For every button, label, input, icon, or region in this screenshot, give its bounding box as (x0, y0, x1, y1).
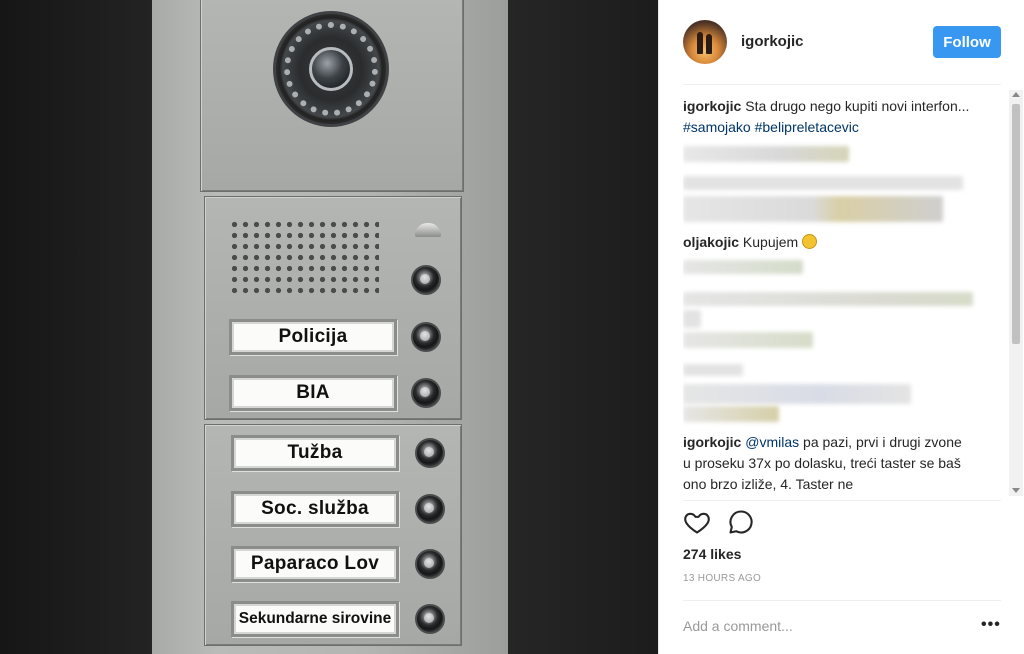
comment-text: Kupujem (739, 234, 799, 250)
divider (683, 84, 1001, 85)
post-timestamp[interactable]: 13 HOURS AGO (683, 573, 761, 584)
name-plate: Sekundarne sirovine (231, 601, 399, 637)
caption-username[interactable]: igorkojic (683, 98, 741, 114)
intercom-button (415, 604, 445, 634)
intercom-button (411, 378, 441, 408)
avatar[interactable] (683, 20, 727, 64)
mention-link[interactable]: @vmilas (745, 434, 799, 450)
username-link[interactable]: igorkojic (741, 33, 804, 50)
grinning-emoji-icon (802, 234, 818, 249)
post-photo[interactable]: Policija BIA Tužba Soc. služba Paparaco … (0, 0, 658, 654)
follow-button[interactable]: Follow (933, 26, 1001, 58)
comments-scrollbar[interactable] (1009, 90, 1023, 496)
comment-icon[interactable] (727, 508, 757, 538)
blurred-comment (683, 260, 803, 274)
dark-background (0, 0, 152, 654)
heart-icon[interactable] (683, 508, 713, 538)
blurred-comment (683, 196, 943, 222)
hashtag-link[interactable]: #samojako (683, 119, 751, 135)
intercom-button (415, 438, 445, 468)
comments-list[interactable]: igorkojic Sta drugo nego kupiti novi int… (683, 96, 1001, 496)
intercom-panel: Policija BIA Tužba Soc. služba Paparaco … (152, 0, 508, 654)
dark-background (508, 0, 658, 654)
name-plate: Soc. služba (231, 491, 399, 527)
scroll-up-arrow-icon[interactable] (1012, 92, 1020, 97)
divider (683, 500, 1001, 501)
caption: igorkojic Sta drugo nego kupiti novi int… (683, 96, 983, 138)
scroll-down-arrow-icon[interactable] (1012, 488, 1020, 493)
comment: igorkojic @vmilas pa pazi, prvi i drugi … (683, 432, 963, 495)
intercom-button (415, 494, 445, 524)
comment: oljakojic Kupujem (683, 232, 983, 253)
divider (683, 600, 1001, 601)
speaker-grille (229, 219, 379, 295)
post-header: igorkojic Follow (659, 0, 1024, 86)
blurred-comment (683, 332, 813, 348)
post-actions (683, 508, 783, 538)
scroll-thumb[interactable] (1012, 104, 1020, 344)
speaker-module: Policija BIA (204, 196, 462, 420)
blurred-comment (683, 146, 849, 162)
button-module: Tužba Soc. služba Paparaco Lov Sekundarn… (204, 424, 462, 646)
status-light (415, 223, 441, 237)
blurred-comment (683, 406, 779, 422)
comment-username[interactable]: oljakojic (683, 234, 739, 250)
blurred-comment (683, 384, 911, 404)
hashtag-link[interactable]: #belipreletacevic (755, 119, 859, 135)
more-options-button[interactable]: ••• (981, 616, 1001, 634)
comment-username[interactable]: igorkojic (683, 434, 741, 450)
blurred-comment (683, 364, 743, 376)
camera-module (200, 0, 464, 192)
add-comment-input[interactable] (683, 616, 973, 636)
blurred-comment (683, 310, 701, 328)
likes-count[interactable]: 274 likes (683, 546, 741, 562)
intercom-button (415, 549, 445, 579)
intercom-button (411, 322, 441, 352)
name-plate: Paparaco Lov (231, 546, 399, 582)
post-sidebar: igorkojic Follow igorkojic Sta drugo neg… (658, 0, 1024, 654)
name-plate: Tužba (231, 435, 399, 471)
caption-text: Sta drugo nego kupiti novi interfon... (741, 98, 970, 114)
name-plate: Policija (229, 319, 397, 355)
intercom-button (411, 265, 441, 295)
blurred-comment (683, 292, 973, 306)
camera-icon (273, 11, 389, 127)
name-plate: BIA (229, 375, 397, 411)
blurred-comment (683, 176, 963, 190)
